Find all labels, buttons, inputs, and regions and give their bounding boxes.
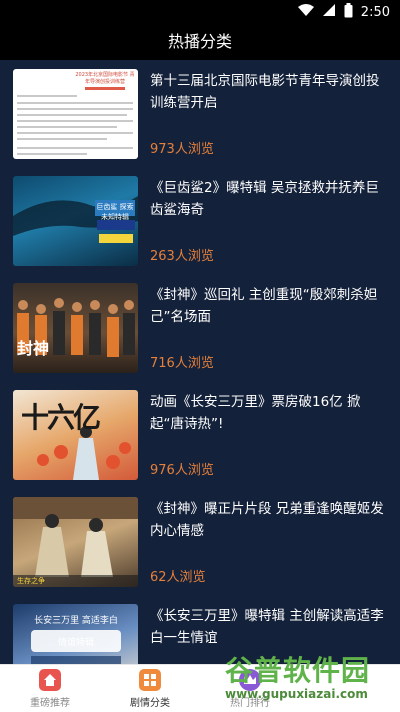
list-item[interactable]: 生存之争 《封神》曝正片片段 兄弟重逢唤醒姬发内心情感 62人浏览 [0, 488, 400, 595]
thumbnail-caption: 封神 [17, 339, 50, 358]
item-views: 263人浏览 [150, 249, 214, 264]
item-views: 716人浏览 [150, 356, 214, 371]
tab-label: 重磅推荐 [30, 697, 70, 709]
thumbnail-image: 长安三万里 高适李白情谊特辑 [13, 604, 138, 664]
item-views: 976人浏览 [150, 463, 214, 478]
item-title: 动画《长安三万里》票房破16亿 掀起“唐诗热”! [150, 394, 361, 432]
home-icon [39, 668, 61, 691]
list-item[interactable]: 2023年北京国际电影节 青年导演创投训练营 第十三届北京国际电影节青年导演创投… [0, 60, 400, 167]
thumbnail-caption: 生存之争 [17, 577, 45, 585]
battery-icon [344, 2, 353, 22]
item-views: 62人浏览 [150, 570, 206, 585]
status-time: 2:50 [360, 4, 390, 20]
tab-label: 剧情分类 [130, 697, 170, 709]
tab-recommend[interactable]: 重磅推荐 [0, 665, 100, 712]
grid-icon [139, 668, 161, 691]
thumbnail-image: 十六亿 [13, 390, 138, 480]
status-icons: 2:50 [297, 2, 390, 22]
thumbnail-caption: 2023年北京国际电影节 青年导演创投训练营 [75, 72, 135, 85]
wifi-icon [297, 3, 314, 21]
page-title: 热播分类 [0, 24, 400, 60]
item-title: 《巨齿鲨2》曝特辑 吴京拯救并抚养巨齿鲨海奇 [150, 180, 379, 218]
item-title: 《封神》巡回礼 主创重现“殷郊刺杀妲己”名场面 [150, 287, 378, 325]
thumbnail-image: 生存之争 [13, 497, 138, 587]
item-views: 973人浏览 [150, 142, 214, 157]
signal-icon [322, 3, 336, 21]
watermark-title: 谷普软件园 [225, 654, 371, 687]
list-item[interactable]: 封神 《封神》巡回礼 主创重现“殷郊刺杀妲己”名场面 716人浏览 [0, 274, 400, 381]
thumbnail-caption: 十六亿 [21, 401, 101, 434]
watermark-url: www.gupuxiazai.com [225, 687, 368, 701]
thumbnail-caption: 巨齿鲨 探索未知特辑 [96, 203, 134, 221]
thumbnail-image: 2023年北京国际电影节 青年导演创投训练营 [13, 69, 138, 159]
watermark: 谷普软件园 www.gupuxiazai.com [225, 655, 395, 705]
item-title: 《封神》曝正片片段 兄弟重逢唤醒姬发内心情感 [150, 501, 384, 539]
thumbnail-caption: 长安三万里 高适李白情谊特辑 [34, 616, 118, 648]
list-item[interactable]: 十六亿 动画《长安三万里》票房破16亿 掀起“唐诗热”! 976人浏览 [0, 381, 400, 488]
news-list: 2023年北京国际电影节 青年导演创投训练营 第十三届北京国际电影节青年导演创投… [0, 60, 400, 664]
tab-category[interactable]: 剧情分类 [100, 665, 200, 712]
status-bar: 2:50 [0, 0, 400, 24]
item-title: 《长安三万里》曝特辑 主创解读高适李白一生情谊 [150, 608, 384, 646]
list-item[interactable]: 巨齿鲨 探索未知特辑 《巨齿鲨2》曝特辑 吴京拯救并抚养巨齿鲨海奇 263人浏览 [0, 167, 400, 274]
thumbnail-image: 巨齿鲨 探索未知特辑 [13, 176, 138, 266]
thumbnail-image: 封神 [13, 283, 138, 373]
item-title: 第十三届北京国际电影节青年导演创投训练营开启 [150, 73, 380, 111]
